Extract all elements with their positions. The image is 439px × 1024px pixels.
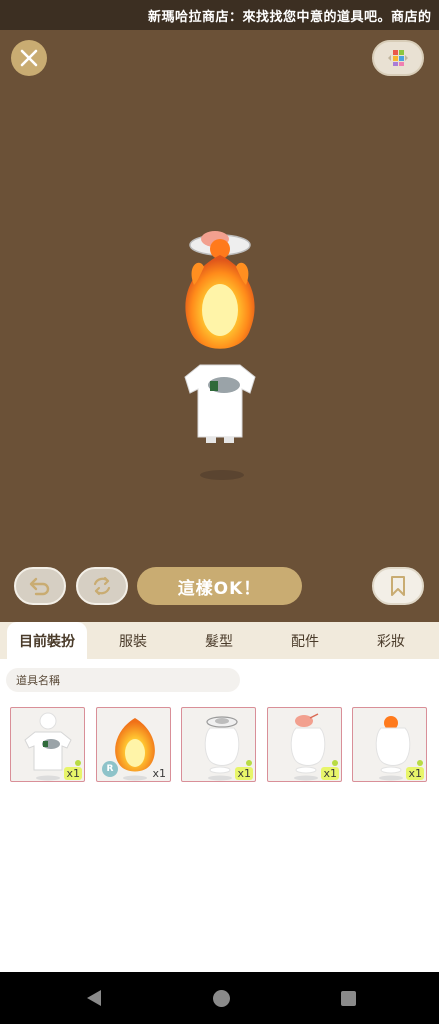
- back-icon[interactable]: [86, 989, 102, 1007]
- tab-accessories[interactable]: 配件: [265, 622, 345, 659]
- bookmark-button[interactable]: [372, 567, 424, 605]
- announcement-marquee: 新瑪哈拉商店：來找找您中意的道具吧。商店的: [0, 0, 439, 30]
- recent-apps-icon[interactable]: [341, 991, 356, 1006]
- avatar-shadow: [200, 470, 244, 480]
- rarity-badge: R: [102, 761, 118, 777]
- item-white-tshirt[interactable]: x1: [10, 707, 85, 782]
- color-grid-icon: [388, 50, 408, 66]
- item-quantity: x1: [152, 767, 166, 780]
- tab-hairstyle[interactable]: 髮型: [179, 622, 259, 659]
- close-button[interactable]: [11, 40, 47, 76]
- item-shrimp-hat[interactable]: x1: [267, 707, 342, 782]
- system-nav-bar: [0, 972, 439, 1024]
- tab-clothing[interactable]: 服裝: [93, 622, 173, 659]
- item-plate-hat[interactable]: x1: [181, 707, 256, 782]
- item-fire-head[interactable]: R x1: [96, 707, 171, 782]
- avatar-preview: [184, 231, 256, 480]
- close-icon: [20, 49, 38, 67]
- item-panel: 道具名稱 x1 R x1 x1 x1 x1: [0, 659, 439, 972]
- item-quantity: x1: [235, 767, 253, 780]
- bookmark-icon: [391, 576, 405, 596]
- category-tabs: 目前裝扮 服裝 髮型 配件 彩妝: [0, 622, 439, 659]
- item-quantity: x1: [406, 767, 424, 780]
- avatar-stage: 這樣OK！: [0, 30, 439, 622]
- item-name-search[interactable]: 道具名稱: [6, 668, 240, 692]
- tab-makeup[interactable]: 彩妝: [351, 622, 431, 659]
- new-dot: [246, 760, 252, 766]
- item-quantity: x1: [321, 767, 339, 780]
- new-dot: [332, 760, 338, 766]
- tshirt: [184, 364, 256, 438]
- item-quantity: x1: [64, 767, 82, 780]
- rotate-icon: [93, 576, 111, 596]
- marquee-text: 新瑪哈拉商店：來找找您中意的道具吧。商店的: [148, 10, 432, 25]
- item-orange-hat[interactable]: x1: [352, 707, 427, 782]
- rotate-button[interactable]: [76, 567, 128, 605]
- new-dot: [417, 760, 423, 766]
- undo-button[interactable]: [14, 567, 66, 605]
- home-icon[interactable]: [213, 990, 230, 1007]
- tab-current-outfit[interactable]: 目前裝扮: [7, 622, 87, 659]
- new-dot: [75, 760, 81, 766]
- app-root: 新瑪哈拉商店：來找找您中意的道具吧。商店的 這樣OK！ 目前裝扮 服裝 髮型 配…: [0, 0, 439, 1024]
- confirm-ok-button[interactable]: 這樣OK！: [137, 567, 302, 605]
- color-palette-button[interactable]: [372, 40, 424, 76]
- undo-icon: [29, 577, 50, 596]
